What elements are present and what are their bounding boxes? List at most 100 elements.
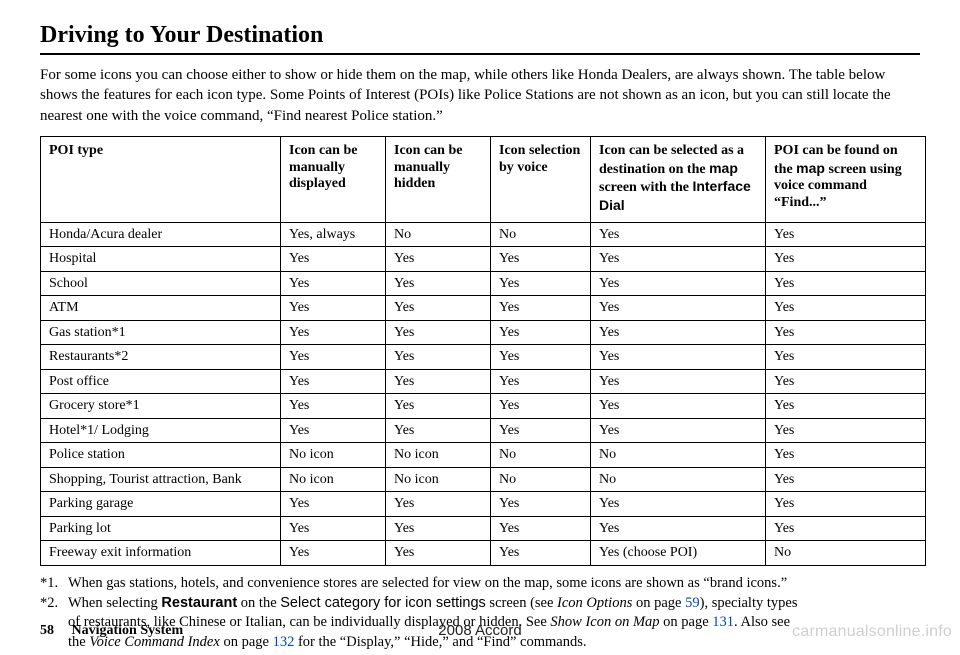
table-cell: Grocery store*1 [41, 394, 281, 419]
table-cell: Yes [281, 516, 386, 541]
table-cell: Yes [766, 394, 926, 419]
footnote-2-line-a: When selecting Restaurant on the Select … [68, 594, 920, 614]
table-row: Freeway exit informationYesYesYesYes (ch… [41, 541, 926, 566]
table-cell: Yes [591, 492, 766, 517]
table-cell: Yes [386, 541, 491, 566]
col-find-map: map [796, 160, 825, 176]
table-cell: Yes [491, 541, 591, 566]
table-cell: No [491, 467, 591, 492]
table-cell: Yes [766, 516, 926, 541]
footnote-1: *1. When gas stations, hotels, and conve… [40, 574, 920, 594]
table-cell: No icon [386, 443, 491, 468]
table-cell: Yes [386, 394, 491, 419]
table-cell: Yes [491, 394, 591, 419]
table-cell: Yes [766, 271, 926, 296]
watermark: carmanualsonline.info [792, 623, 952, 641]
table-row: SchoolYesYesYesYesYes [41, 271, 926, 296]
table-cell: Yes [591, 369, 766, 394]
col-find: POI can be found on the map screen using… [766, 136, 926, 222]
col-select-dest-map: map [709, 160, 738, 176]
table-cell: Yes [491, 296, 591, 321]
table-cell: Yes [591, 516, 766, 541]
n2a-page-link[interactable]: 59 [685, 595, 700, 611]
table-cell: Yes [766, 443, 926, 468]
table-row: Grocery store*1YesYesYesYesYes [41, 394, 926, 419]
col-select-dest-mid: screen with the [599, 180, 692, 195]
table-cell: Yes [591, 247, 766, 272]
table-row: HospitalYesYesYesYesYes [41, 247, 926, 272]
table-cell: Yes [591, 222, 766, 247]
table-row: Honda/Acura dealerYes, alwaysNoNoYesYes [41, 222, 926, 247]
col-manual-display: Icon can be manually displayed [281, 136, 386, 222]
table-row: Hotel*1/ LodgingYesYesYesYesYes [41, 418, 926, 443]
table-cell: Yes [766, 247, 926, 272]
table-cell: Yes [386, 271, 491, 296]
table-cell: Yes [766, 296, 926, 321]
table-cell: Yes [491, 345, 591, 370]
table-cell: Yes [386, 492, 491, 517]
table-cell: Yes [281, 247, 386, 272]
table-cell: No [491, 222, 591, 247]
table-cell: Yes [591, 345, 766, 370]
n2a-mid2: screen (see [486, 595, 557, 611]
table-cell: School [41, 271, 281, 296]
col-poi-type: POI type [41, 136, 281, 222]
n2a-end: ), specialty types [700, 595, 798, 611]
table-cell: Yes [491, 271, 591, 296]
table-row: Gas station*1YesYesYesYesYes [41, 320, 926, 345]
footnotes: *1. When gas stations, hotels, and conve… [40, 574, 920, 652]
n2a-icon-options: Icon Options [557, 595, 632, 611]
page-title: Driving to Your Destination [40, 22, 920, 49]
page: Driving to Your Destination For some ico… [0, 0, 960, 652]
table-cell: Post office [41, 369, 281, 394]
table-cell: Hospital [41, 247, 281, 272]
table-cell: No [491, 443, 591, 468]
n2a-screen: Select category for icon settings [280, 595, 486, 611]
table-cell: Yes [281, 394, 386, 419]
table-cell: Yes [491, 492, 591, 517]
table-cell: Yes [491, 247, 591, 272]
table-cell: Yes [281, 345, 386, 370]
table-cell: Yes [281, 369, 386, 394]
table-cell: Yes [491, 516, 591, 541]
table-cell: No icon [281, 467, 386, 492]
table-cell: Yes [591, 296, 766, 321]
footnote-1-label: *1. [40, 574, 68, 594]
table-cell: Yes, always [281, 222, 386, 247]
table-cell: Yes [491, 418, 591, 443]
table-row: Post officeYesYesYesYesYes [41, 369, 926, 394]
footnote-2-label: *2. [40, 594, 68, 614]
table-cell: Yes [386, 369, 491, 394]
table-cell: No [591, 467, 766, 492]
table-cell: ATM [41, 296, 281, 321]
table-cell: Yes [386, 345, 491, 370]
table-cell: Yes [281, 492, 386, 517]
table-cell: Yes [591, 320, 766, 345]
col-select-dest: Icon can be selected as a destination on… [591, 136, 766, 222]
table-cell: Parking garage [41, 492, 281, 517]
n2a-restaurant: Restaurant [161, 595, 237, 611]
table-header-row: POI type Icon can be manually displayed … [41, 136, 926, 222]
table-cell: No [766, 541, 926, 566]
table-row: Parking garageYesYesYesYesYes [41, 492, 926, 517]
table-cell: Yes [386, 296, 491, 321]
table-body: Honda/Acura dealerYes, alwaysNoNoYesYesH… [41, 222, 926, 565]
table-cell: Yes [491, 369, 591, 394]
table-row: Shopping, Tourist attraction, BankNo ico… [41, 467, 926, 492]
table-cell: Yes [591, 271, 766, 296]
table-row: Parking lotYesYesYesYesYes [41, 516, 926, 541]
col-manual-hide: Icon can be manually hidden [386, 136, 491, 222]
table-row: ATMYesYesYesYesYes [41, 296, 926, 321]
table-cell: Yes (choose POI) [591, 541, 766, 566]
table-cell: Hotel*1/ Lodging [41, 418, 281, 443]
intro-paragraph: For some icons you can choose either to … [40, 65, 920, 126]
table-cell: Gas station*1 [41, 320, 281, 345]
table-cell: Yes [766, 345, 926, 370]
title-rule [40, 53, 920, 55]
table-cell: Yes [281, 296, 386, 321]
table-cell: Yes [386, 516, 491, 541]
table-cell: Shopping, Tourist attraction, Bank [41, 467, 281, 492]
table-cell: Yes [386, 320, 491, 345]
footnote-2: *2. When selecting Restaurant on the Sel… [40, 594, 920, 614]
table-cell: Yes [386, 247, 491, 272]
